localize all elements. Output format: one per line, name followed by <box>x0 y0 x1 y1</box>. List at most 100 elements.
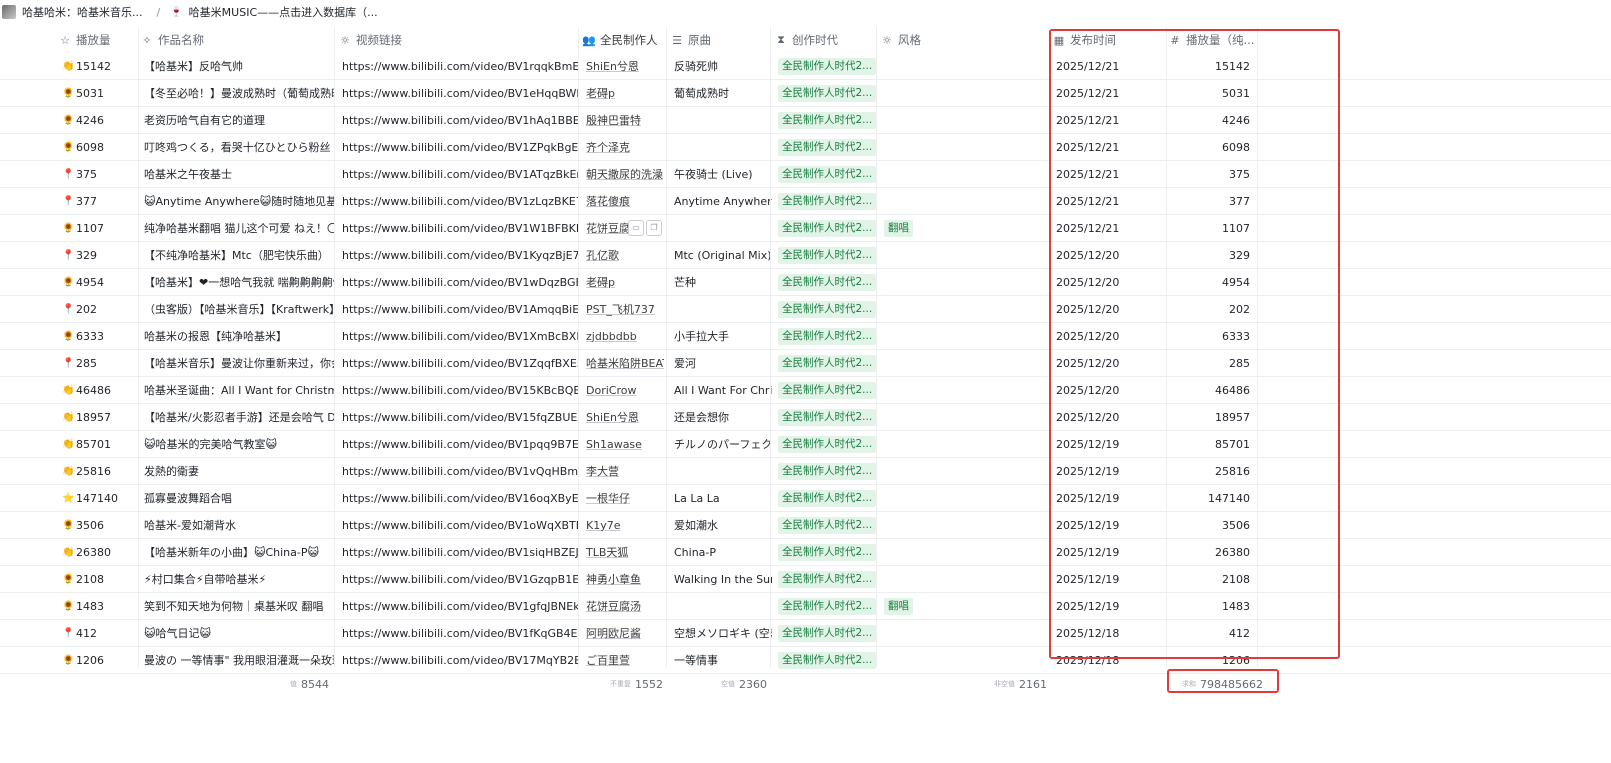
cell-style[interactable] <box>880 485 1045 511</box>
cell-style[interactable] <box>880 242 1045 268</box>
cell-link[interactable]: https://www.bilibili.com/video/BV1pqq9B7… <box>338 431 578 457</box>
cell-style[interactable]: 翻唱 <box>880 593 1045 619</box>
cell-era[interactable]: 全民制作人时代2... <box>774 80 876 106</box>
table-row[interactable]: 🌻 4954 【哈基米】❤一想哈气我就 喘齁齁齁齁❤ https://www.bili… <box>0 269 1611 296</box>
cell-author[interactable]: 齐个泽克 <box>582 134 664 160</box>
cell-title[interactable]: 【哈基米音乐】曼波让你重新来过，你会不 <box>140 350 334 376</box>
cell-title[interactable]: 哈基米之午夜基士 <box>140 161 334 187</box>
cell-title[interactable]: 老资历哈气自有它的道理 <box>140 107 334 133</box>
cell-play[interactable]: 🌻 1206 <box>58 647 138 673</box>
cell-title[interactable]: 【冬至必哈！】曼波成熟时（葡萄成熟时-B <box>140 80 334 106</box>
cell-orig[interactable]: 爱如潮水 <box>670 512 772 538</box>
cell-author[interactable]: 老碍p <box>582 269 664 295</box>
cell-orig[interactable]: チルノのパーフェク <box>670 431 772 457</box>
cell-title[interactable]: 发熱的衛妻 <box>140 458 334 484</box>
cell-style[interactable] <box>880 53 1045 79</box>
cell-style[interactable] <box>880 107 1045 133</box>
cell-era[interactable]: 全民制作人时代2... <box>774 647 876 673</box>
cell-orig[interactable]: Mtc (Original Mix) <box>670 242 772 268</box>
cell-author[interactable]: 殷神巴雷特 <box>582 107 664 133</box>
cell-play[interactable]: 📍 202 <box>58 296 138 322</box>
cell-era[interactable]: 全民制作人时代2... <box>774 161 876 187</box>
cell-author[interactable]: 孔亿歌 <box>582 242 664 268</box>
cell-style[interactable] <box>880 377 1045 403</box>
cell-play[interactable]: 👏 15142 <box>58 53 138 79</box>
cell-link[interactable]: https://www.bilibili.com/video/BV1zLqzBK… <box>338 188 578 214</box>
cell-title[interactable]: 哈基米の报恩【纯净哈基米】 <box>140 323 334 349</box>
cell-title[interactable]: 曼波の 一等情事" 我用眼泪灌溉一朵玫瑰， <box>140 647 334 673</box>
cell-era[interactable]: 全民制作人时代2... <box>774 323 876 349</box>
cell-author[interactable]: 哈基米陷阱BEAT <box>582 350 664 376</box>
cell-orig[interactable]: 爱河 <box>670 350 772 376</box>
table-row[interactable]: 🌻 1206 曼波の 一等情事" 我用眼泪灌溉一朵玫瑰， https://www.bi… <box>0 647 1611 674</box>
cell-link[interactable]: https://www.bilibili.com/video/BV1siqHBZ… <box>338 539 578 565</box>
cell-play[interactable]: ⭐ 147140 <box>58 485 138 511</box>
cell-orig[interactable] <box>670 458 772 484</box>
cell-era[interactable]: 全民制作人时代2... <box>774 566 876 592</box>
table-row[interactable]: 👏 26380 【哈基米新年の小曲】😺China-P😺 https://www.bil… <box>0 539 1611 566</box>
table-row[interactable]: ⭐ 147140 孤寡曼波舞蹈合唱 https://www.bilibili.com/… <box>0 485 1611 512</box>
summary-empty[interactable]: 空值 2360 <box>721 674 767 694</box>
cell-era[interactable]: 全民制作人时代2... <box>774 485 876 511</box>
cell-title[interactable]: 笑到不知天地为何物｜桌基米叹 翻唱 <box>140 593 334 619</box>
column-header-era[interactable]: ⧗ 创作时代 <box>774 27 876 53</box>
cell-style[interactable] <box>880 269 1045 295</box>
table-row[interactable]: 🌻 2108 ⚡村口集合⚡自带哈基米⚡ https://www.bilibili.co… <box>0 566 1611 593</box>
cell-author[interactable]: 李大营 <box>582 458 664 484</box>
breadcrumb-table[interactable]: 哈基米MUSIC——点击进入数据库（... <box>189 4 378 20</box>
cell-play[interactable]: 🌻 4954 <box>58 269 138 295</box>
cell-era[interactable]: 全民制作人时代2... <box>774 242 876 268</box>
cell-style[interactable] <box>880 161 1045 187</box>
cell-style[interactable]: 翻唱 <box>880 215 1045 241</box>
cell-author[interactable]: TLB天狐 <box>582 539 664 565</box>
cell-orig[interactable]: Walking In the Sun (D <box>670 566 772 592</box>
cell-era[interactable]: 全民制作人时代2... <box>774 377 876 403</box>
cell-play[interactable]: 🌻 1107 <box>58 215 138 241</box>
copy-icon[interactable]: ❐ <box>646 220 662 236</box>
table-row[interactable]: 🌻 6333 哈基米の报恩【纯净哈基米】 https://www.bilibili.c… <box>0 323 1611 350</box>
table-row[interactable]: 🌻 6098 叮咚鸡つくる，看哭十亿ひとひら粉丝 https://www.bilibi… <box>0 134 1611 161</box>
cell-era[interactable]: 全民制作人时代2... <box>774 431 876 457</box>
table-row[interactable]: 👏 25816 发熱的衛妻 https://www.bilibili.com/vide… <box>0 458 1611 485</box>
cell-style[interactable] <box>880 539 1045 565</box>
cell-style[interactable] <box>880 296 1045 322</box>
cell-link[interactable]: https://www.bilibili.com/video/BV1eHqqBW… <box>338 80 578 106</box>
cell-play[interactable]: 📍 377 <box>58 188 138 214</box>
cell-orig[interactable]: 葡萄成熟时 <box>670 80 772 106</box>
cell-author[interactable]: 朝天撒尿的洗澡 <box>582 161 664 187</box>
cell-orig[interactable] <box>670 134 772 160</box>
cell-title[interactable]: 😺哈气日记😺 <box>140 620 334 646</box>
cell-style[interactable] <box>880 80 1045 106</box>
cell-era[interactable]: 全民制作人时代2... <box>774 107 876 133</box>
cell-link[interactable]: https://www.bilibili.com/video/BV1AmqqBi… <box>338 296 578 322</box>
cell-link[interactable]: https://www.bilibili.com/video/BV15KBcBQ… <box>338 377 578 403</box>
cell-era[interactable]: 全民制作人时代2... <box>774 296 876 322</box>
table-row[interactable]: 🌻1107纯净哈基米翻唱 猫儿这个可爱 ねえ！〇〇ちhttps://www.bi… <box>0 215 1611 242</box>
cell-link[interactable]: https://www.bilibili.com/video/BV1oWqXBT… <box>338 512 578 538</box>
cell-author[interactable]: PST_飞机737 <box>582 296 664 322</box>
cell-author[interactable]: K1y7e <box>582 512 664 538</box>
cell-link[interactable]: https://www.bilibili.com/video/BV1W1BFBK… <box>338 215 578 241</box>
cell-era[interactable]: 全民制作人时代2... <box>774 512 876 538</box>
cell-play[interactable]: 👏 26380 <box>58 539 138 565</box>
table-row[interactable]: 🌻 1483 笑到不知天地为何物｜桌基米叹 翻唱 https://www.bilibi… <box>0 593 1611 620</box>
cell-author[interactable]: ご百里萱 <box>582 647 664 673</box>
cell-style[interactable] <box>880 458 1045 484</box>
cell-play[interactable]: 👏 25816 <box>58 458 138 484</box>
cell-orig[interactable] <box>670 593 772 619</box>
column-header-play[interactable]: ☆ 播放量 <box>58 27 138 53</box>
cell-play[interactable]: 🌻 1483 <box>58 593 138 619</box>
cell-orig[interactable]: 反骑死帅 <box>670 53 772 79</box>
column-header-title[interactable]: ✧ 作品名称 <box>140 27 334 53</box>
cell-orig[interactable] <box>670 107 772 133</box>
cell-orig[interactable]: 一等情事 <box>670 647 772 673</box>
summary-distinct[interactable]: 不重复 1552 <box>610 674 663 694</box>
cell-link[interactable]: https://www.bilibili.com/video/BV1ATqzBk… <box>338 161 578 187</box>
column-header-author[interactable]: 👥 全民制作人 <box>582 27 664 53</box>
cell-author[interactable]: 老碍p <box>582 80 664 106</box>
cell-play[interactable]: 📍 412 <box>58 620 138 646</box>
cell-orig[interactable]: 还是会想你 <box>670 404 772 430</box>
cell-play[interactable]: 🌻 3506 <box>58 512 138 538</box>
cell-style[interactable] <box>880 323 1045 349</box>
cell-era[interactable]: 全民制作人时代2... <box>774 350 876 376</box>
